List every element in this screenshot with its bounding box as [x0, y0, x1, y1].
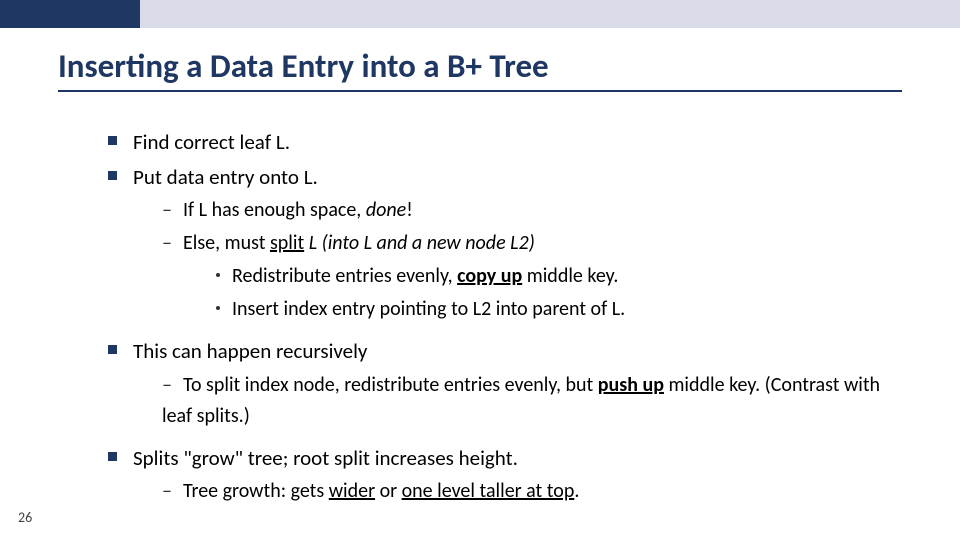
bullet-4a: –Tree growth: gets wider or one level ta…: [162, 476, 902, 507]
bullet-2b-split: split: [270, 231, 304, 255]
bullet-2b-i-pre: Redistribute entries evenly,: [232, 264, 457, 288]
bullet-4: Splits "grow" tree; root split increases…: [108, 442, 902, 475]
slide-title: Inserting a Data Entry into a B+ Tree: [58, 46, 902, 86]
square-bullet-icon: [108, 171, 117, 180]
top-accent-block: [0, 0, 140, 28]
bullet-4a-dot: .: [574, 479, 579, 503]
square-bullet-icon: [108, 345, 117, 354]
square-bullet-icon: [108, 136, 117, 145]
bullet-2b-i-post: middle key.: [522, 264, 618, 288]
bullet-2b-ii-text: Insert index entry pointing to L2 into p…: [232, 297, 625, 321]
dash-bullet-icon: –: [162, 228, 171, 259]
bullet-3: This can happen recursively: [108, 335, 902, 368]
bullet-2b-i: Redistribute entries evenly, copy up mid…: [216, 261, 902, 292]
dash-bullet-icon: –: [162, 476, 171, 507]
square-bullet-icon: [108, 452, 117, 461]
page-number: 26: [18, 509, 32, 526]
bullet-2: Put data entry onto L.: [108, 161, 902, 194]
dash-bullet-icon: –: [162, 370, 171, 401]
bullet-2b-post: L (into L and a new node L2): [304, 231, 535, 255]
slide-body: Inserting a Data Entry into a B+ Tree Fi…: [0, 28, 960, 507]
bullet-2b-pre: Else, must: [183, 231, 270, 255]
bullet-3a-pre: To split index node, redistribute entrie…: [183, 373, 598, 397]
bullet-4-text: Splits "grow" tree; root split increases…: [133, 445, 518, 471]
bullet-1: Find correct leaf L.: [108, 126, 902, 159]
dot-bullet-icon: [216, 306, 220, 310]
bullet-list: Find correct leaf L. Put data entry onto…: [58, 126, 902, 507]
bullet-3a: –To split index node, redistribute entri…: [162, 370, 902, 432]
top-light-band: [140, 0, 960, 28]
bullet-4a-pre: Tree growth: gets: [183, 479, 329, 503]
bullet-2a: –If L has enough space, done!: [162, 195, 902, 226]
bullet-2a-bang: !: [406, 198, 413, 222]
bullet-3a-bold: push up: [598, 373, 664, 397]
bullet-2b: –Else, must split L (into L and a new no…: [162, 228, 902, 259]
bullet-2-text: Put data entry onto L.: [133, 164, 318, 190]
dash-bullet-icon: –: [162, 195, 171, 226]
bullet-1-text: Find correct leaf L.: [133, 129, 290, 155]
bullet-3-text: This can happen recursively: [133, 338, 367, 364]
bullet-2a-done: done: [366, 198, 406, 222]
title-rule: [58, 90, 902, 92]
bullet-2a-pre: If L has enough space,: [183, 198, 366, 222]
bullet-4a-u1: wider: [329, 479, 375, 503]
dot-bullet-icon: [216, 273, 220, 277]
bullet-4a-u2: one level taller at top: [402, 479, 575, 503]
bullet-2b-ii: Insert index entry pointing to L2 into p…: [216, 294, 902, 325]
bullet-2b-i-bold: copy up: [457, 264, 522, 288]
bullet-4a-mid: or: [375, 479, 402, 503]
top-banner: [0, 0, 960, 28]
